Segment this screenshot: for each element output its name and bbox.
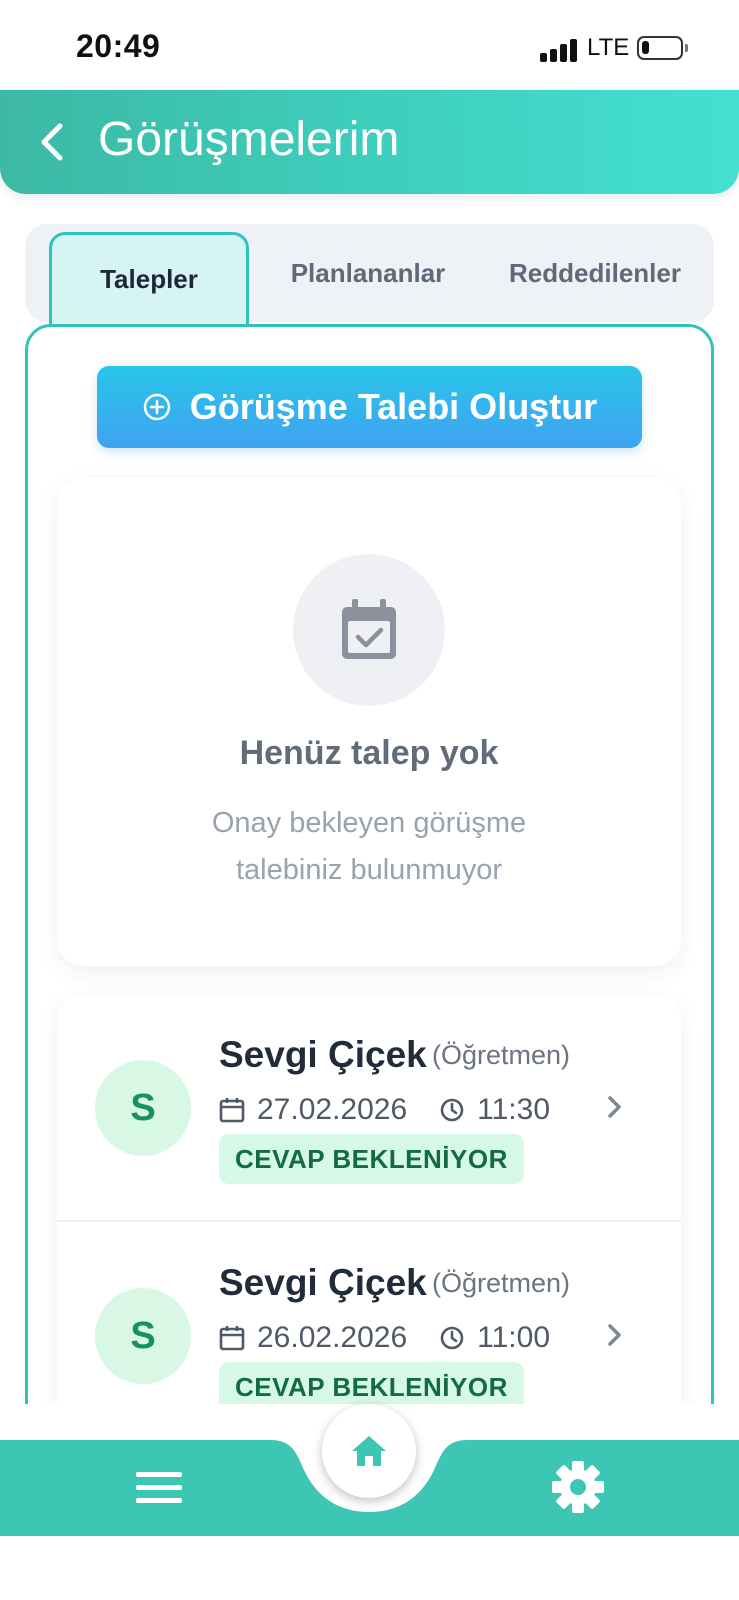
menu-button[interactable] xyxy=(134,1466,186,1510)
bottom-nav xyxy=(0,1404,739,1536)
page-title: Görüşmelerim xyxy=(98,113,400,166)
home-button[interactable] xyxy=(322,1404,416,1498)
meta-row: 26.02.2026 11:00 xyxy=(219,1318,550,1358)
screen: 20:49 LTE Görüşmelerim Talepler Planlana… xyxy=(0,0,739,1600)
status-time: 20:49 xyxy=(76,28,161,64)
person-role: (Öğretmen) xyxy=(432,1268,571,1298)
plus-circle-icon xyxy=(143,393,171,421)
meta-row: 27.02.2026 11:30 xyxy=(219,1090,550,1130)
empty-description: Onay bekleyen görüşme talebiniz bulunmuy… xyxy=(211,807,527,886)
home-icon xyxy=(352,1436,386,1466)
network-label: LTE xyxy=(587,34,630,61)
clock-icon xyxy=(440,1326,464,1350)
status-badge: CEVAP BEKLENİYOR xyxy=(219,1134,524,1184)
signal-icon xyxy=(540,38,578,62)
empty-icon-container xyxy=(293,554,445,706)
app-header: Görüşmelerim xyxy=(0,90,739,194)
person-name: Sevgi Çiçek xyxy=(219,1034,427,1075)
back-button[interactable] xyxy=(30,116,80,168)
request-item[interactable]: S Sevgi Çiçek (Öğretmen) 27.02.2026 11:3… xyxy=(57,994,681,1222)
calendar-icon xyxy=(219,1098,245,1123)
tab-talepler[interactable]: Talepler xyxy=(49,232,249,324)
request-time: 11:00 xyxy=(477,1321,551,1354)
person-role: (Öğretmen) xyxy=(432,1040,571,1070)
chevron-right-icon xyxy=(608,1324,621,1346)
calendar-icon xyxy=(219,1326,245,1351)
chevron-right-icon xyxy=(608,1096,621,1118)
empty-title: Henüz talep yok xyxy=(239,734,499,772)
battery-level xyxy=(642,41,649,54)
battery-icon xyxy=(637,36,688,60)
status-bar: 20:49 LTE xyxy=(0,0,739,90)
tab-bar: Talepler Planlananlar Reddedilenler xyxy=(25,224,714,324)
create-request-button[interactable]: Görüşme Talebi Oluştur xyxy=(97,366,642,448)
tab-reddedilenler[interactable]: Reddedilenler xyxy=(485,224,705,322)
create-request-label: Görüşme Talebi Oluştur xyxy=(189,386,598,427)
request-date: 26.02.2026 xyxy=(257,1321,408,1354)
gear-icon xyxy=(552,1461,604,1513)
request-list: S Sevgi Çiçek (Öğretmen) 27.02.2026 11:3… xyxy=(57,994,681,1434)
tab-planlananlar[interactable]: Planlananlar xyxy=(278,224,458,322)
person-name: Sevgi Çiçek xyxy=(219,1262,427,1303)
avatar: S xyxy=(95,1060,191,1156)
clock-icon xyxy=(440,1098,464,1122)
request-item[interactable]: S Sevgi Çiçek (Öğretmen) 26.02.2026 11:0… xyxy=(57,1222,681,1434)
request-date: 27.02.2026 xyxy=(257,1093,408,1126)
chevron-left-icon xyxy=(41,123,63,161)
avatar: S xyxy=(95,1288,191,1384)
calendar-check-icon xyxy=(342,599,396,659)
settings-button[interactable] xyxy=(550,1459,606,1515)
empty-state-card: Henüz talep yok Onay bekleyen görüşme ta… xyxy=(57,478,681,966)
menu-icon xyxy=(136,1472,182,1503)
request-time: 11:30 xyxy=(477,1093,551,1126)
